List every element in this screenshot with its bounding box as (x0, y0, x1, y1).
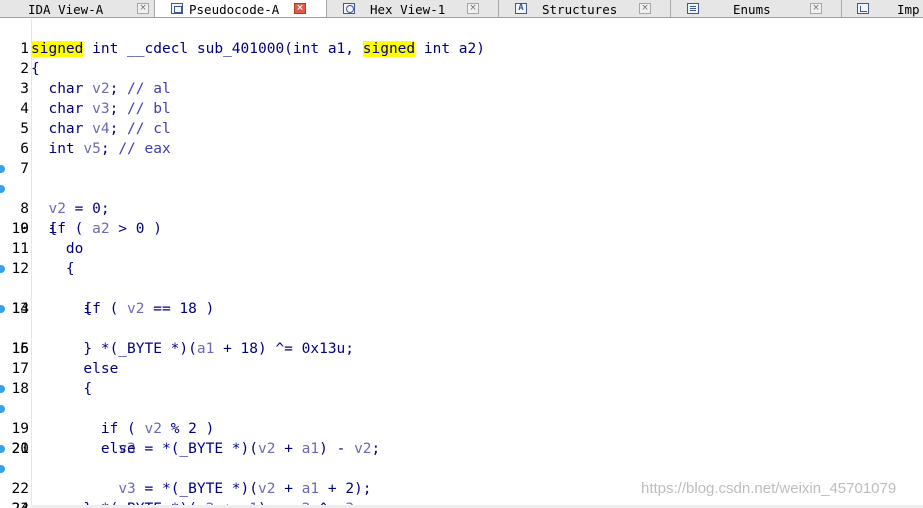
breakpoint-dot-icon[interactable] (0, 165, 5, 173)
tab-label: IDA View-A (28, 1, 104, 17)
code-line[interactable]: 13 if ( v2 == 18 ) (0, 259, 923, 317)
tab-label: Pseudocode-A (189, 2, 280, 17)
tab-imports[interactable]: Imp (842, 0, 923, 17)
code-line[interactable]: 11 do (0, 219, 923, 257)
code-line[interactable]: 2{ (0, 39, 923, 77)
hex-view-icon (343, 3, 355, 14)
code-line[interactable]: 19 if ( v2 % 2 ) (0, 379, 923, 437)
close-icon[interactable]: × (467, 3, 479, 14)
code-line[interactable]: 23 *(_BYTE *)(v2 + a1) = v2 ^ v3; (0, 459, 923, 508)
structures-icon: A (515, 3, 527, 14)
tab-structures[interactable]: A Structures × (499, 0, 671, 17)
pseudocode-icon (171, 3, 183, 14)
code-line[interactable]: 18 { (0, 359, 923, 397)
breakpoint-dot-icon[interactable] (0, 185, 5, 193)
breakpoint-dot-icon[interactable] (0, 445, 5, 453)
code-line[interactable]: 5 char v4; // cl (0, 99, 923, 137)
code-line[interactable]: 17 else (0, 339, 923, 377)
code-line[interactable]: 4 char v3; // bl (0, 79, 923, 117)
close-icon[interactable]: × (639, 3, 651, 14)
code-line[interactable]: 15 *(_BYTE *)(a1 + 18) ^= 0x13u; (0, 299, 923, 357)
code-line[interactable]: 22 v3 = *(_BYTE *)(v2 + a1 + 2); (0, 439, 923, 497)
breakpoint-dot-icon[interactable] (0, 305, 5, 313)
tab-enums[interactable]: Enums × (671, 0, 842, 17)
tab-hex-view-1[interactable]: Hex View-1 × (327, 0, 499, 17)
code-line[interactable]: 20 v3 = *(_BYTE *)(v2 + a1) - v2; (0, 399, 923, 457)
code-line[interactable]: 14 { (0, 279, 923, 317)
tab-label: Imp (897, 1, 920, 17)
tab-label: Hex View-1 (370, 1, 446, 17)
code-line[interactable]: 6 int v5; // eax (0, 119, 923, 157)
close-icon[interactable]: × (810, 3, 822, 14)
tab-label: Enums (733, 1, 771, 17)
breakpoint-dot-icon[interactable] (0, 265, 5, 273)
breakpoint-dot-icon[interactable] (0, 385, 5, 393)
tab-pseudocode-a[interactable]: Pseudocode-A × (155, 0, 327, 17)
code-line[interactable]: 3 char v2; // al (0, 59, 923, 97)
breakpoint-dot-icon[interactable] (0, 405, 5, 413)
code-line[interactable]: 10 { (0, 199, 923, 237)
line-number: 24 (0, 499, 29, 508)
pseudocode-view[interactable]: 1 signed int __cdecl sub_401000(int a1, s… (0, 19, 923, 508)
watermark: https://blog.csdn.net/weixin_45701079 (641, 480, 897, 497)
code-line[interactable]: 16 } (0, 319, 923, 357)
tab-label: Structures (542, 1, 618, 17)
code-line[interactable]: 9 if ( a2 > 0 ) (0, 179, 923, 237)
close-icon[interactable]: × (137, 3, 149, 14)
tab-ida-view-a[interactable]: IDA View-A × (0, 0, 155, 17)
close-icon[interactable]: × (294, 3, 306, 14)
code-line[interactable]: 12 { (0, 239, 923, 277)
code-line[interactable]: 1 signed int __cdecl sub_401000(int a1, s… (0, 19, 923, 57)
code-line[interactable]: 8 v2 = 0; (0, 159, 923, 217)
tab-bar: IDA View-A × Pseudocode-A × Hex View-1 ×… (0, 0, 923, 18)
breakpoint-dot-icon[interactable] (0, 465, 5, 473)
enums-icon (687, 3, 699, 14)
code-line[interactable]: 7 (0, 139, 923, 177)
imports-icon (857, 3, 869, 14)
code-line[interactable]: 21 else (0, 419, 923, 457)
